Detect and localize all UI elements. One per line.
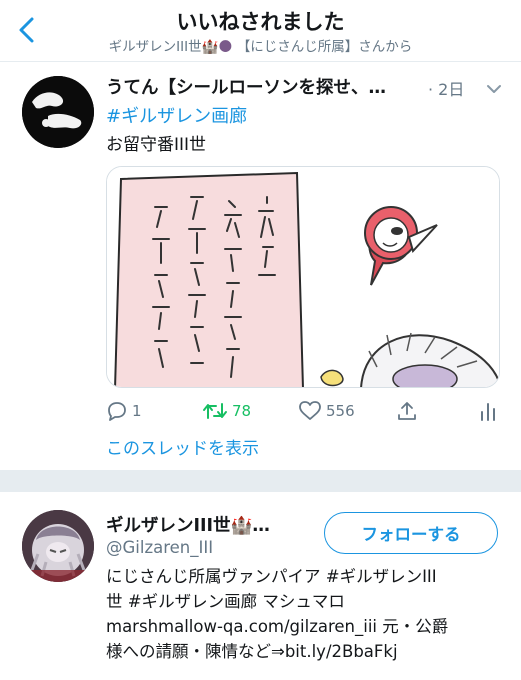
- tweet-actions: 1 78 556: [106, 398, 506, 424]
- reply-count: 1: [132, 402, 142, 420]
- chevron-down-icon: [487, 85, 501, 93]
- share-button[interactable]: [396, 398, 418, 424]
- tweet-menu-button[interactable]: [486, 80, 502, 93]
- share-icon: [398, 402, 416, 420]
- like-count: 556: [326, 402, 355, 420]
- follow-button[interactable]: フォローする: [324, 512, 498, 554]
- analytics-icon: [481, 403, 495, 421]
- page-title: いいねされました: [176, 10, 345, 34]
- avatar-image: [22, 510, 94, 582]
- bio-line[interactable]: marshmallow-qa.com/gilzaren_iii 元・公爵: [106, 614, 504, 639]
- tweet-author-name[interactable]: うてん【シールローソンを探せ、…: [106, 74, 424, 99]
- tweet-media-image[interactable]: [106, 166, 500, 388]
- manga-illustration: [107, 167, 499, 387]
- heart-icon: [299, 401, 321, 420]
- show-thread-link[interactable]: このスレッドを表示: [106, 434, 259, 459]
- section-divider: [0, 470, 521, 492]
- user-card[interactable]: ギルザレンIII世🏰… @Gilzaren_III フォローする にじさんじ所属…: [0, 492, 521, 680]
- tweet-timestamp: · 2日: [428, 80, 465, 99]
- liked-tweet[interactable]: うてん【シールローソンを探せ、… · 2日 #ギルザレン画廊 お留守番III世: [0, 62, 521, 470]
- top-bar: いいねされました ギルザレンIII世🏰🌑 【にじさんじ所属】さんから: [0, 0, 521, 62]
- bio-line[interactable]: 様への請願・陳情など⇒bit.ly/2BbaFkj: [106, 639, 504, 664]
- reply-icon: [108, 402, 126, 421]
- like-button[interactable]: 556: [298, 398, 355, 424]
- user-bio: にじさんじ所属ヴァンパイア #ギルザレンIII 世 #ギルザレン画廊 マシュマロ…: [106, 564, 504, 664]
- user-avatar[interactable]: [22, 510, 94, 582]
- subtitle-emoji: 🏰🌑: [201, 39, 233, 55]
- bio-line: にじさんじ所属ヴァンパイア #ギルザレンIII: [106, 567, 437, 586]
- retweet-count: 78: [232, 402, 252, 420]
- reply-button[interactable]: 1: [106, 398, 142, 424]
- page-subtitle: ギルザレンIII世🏰🌑 【にじさんじ所属】さんから: [0, 35, 521, 55]
- avatar-image: [22, 76, 94, 148]
- subtitle-affiliation: 【にじさんじ所属】さんから: [236, 39, 413, 55]
- bio-line: 世 #ギルザレン画廊 マシュマロ: [106, 592, 345, 611]
- user-handle[interactable]: @Gilzaren_III: [106, 538, 213, 557]
- tweet-author-avatar[interactable]: [22, 76, 94, 148]
- retweet-icon: [203, 403, 227, 419]
- user-display-name[interactable]: ギルザレンIII世🏰…: [106, 512, 270, 537]
- subtitle-name: ギルザレンIII世: [108, 39, 202, 55]
- tweet-hashtag[interactable]: #ギルザレン画廊: [106, 102, 247, 128]
- retweet-button[interactable]: 78: [202, 398, 251, 424]
- analytics-button[interactable]: [478, 398, 498, 424]
- tweet-text: お留守番III世: [106, 135, 207, 155]
